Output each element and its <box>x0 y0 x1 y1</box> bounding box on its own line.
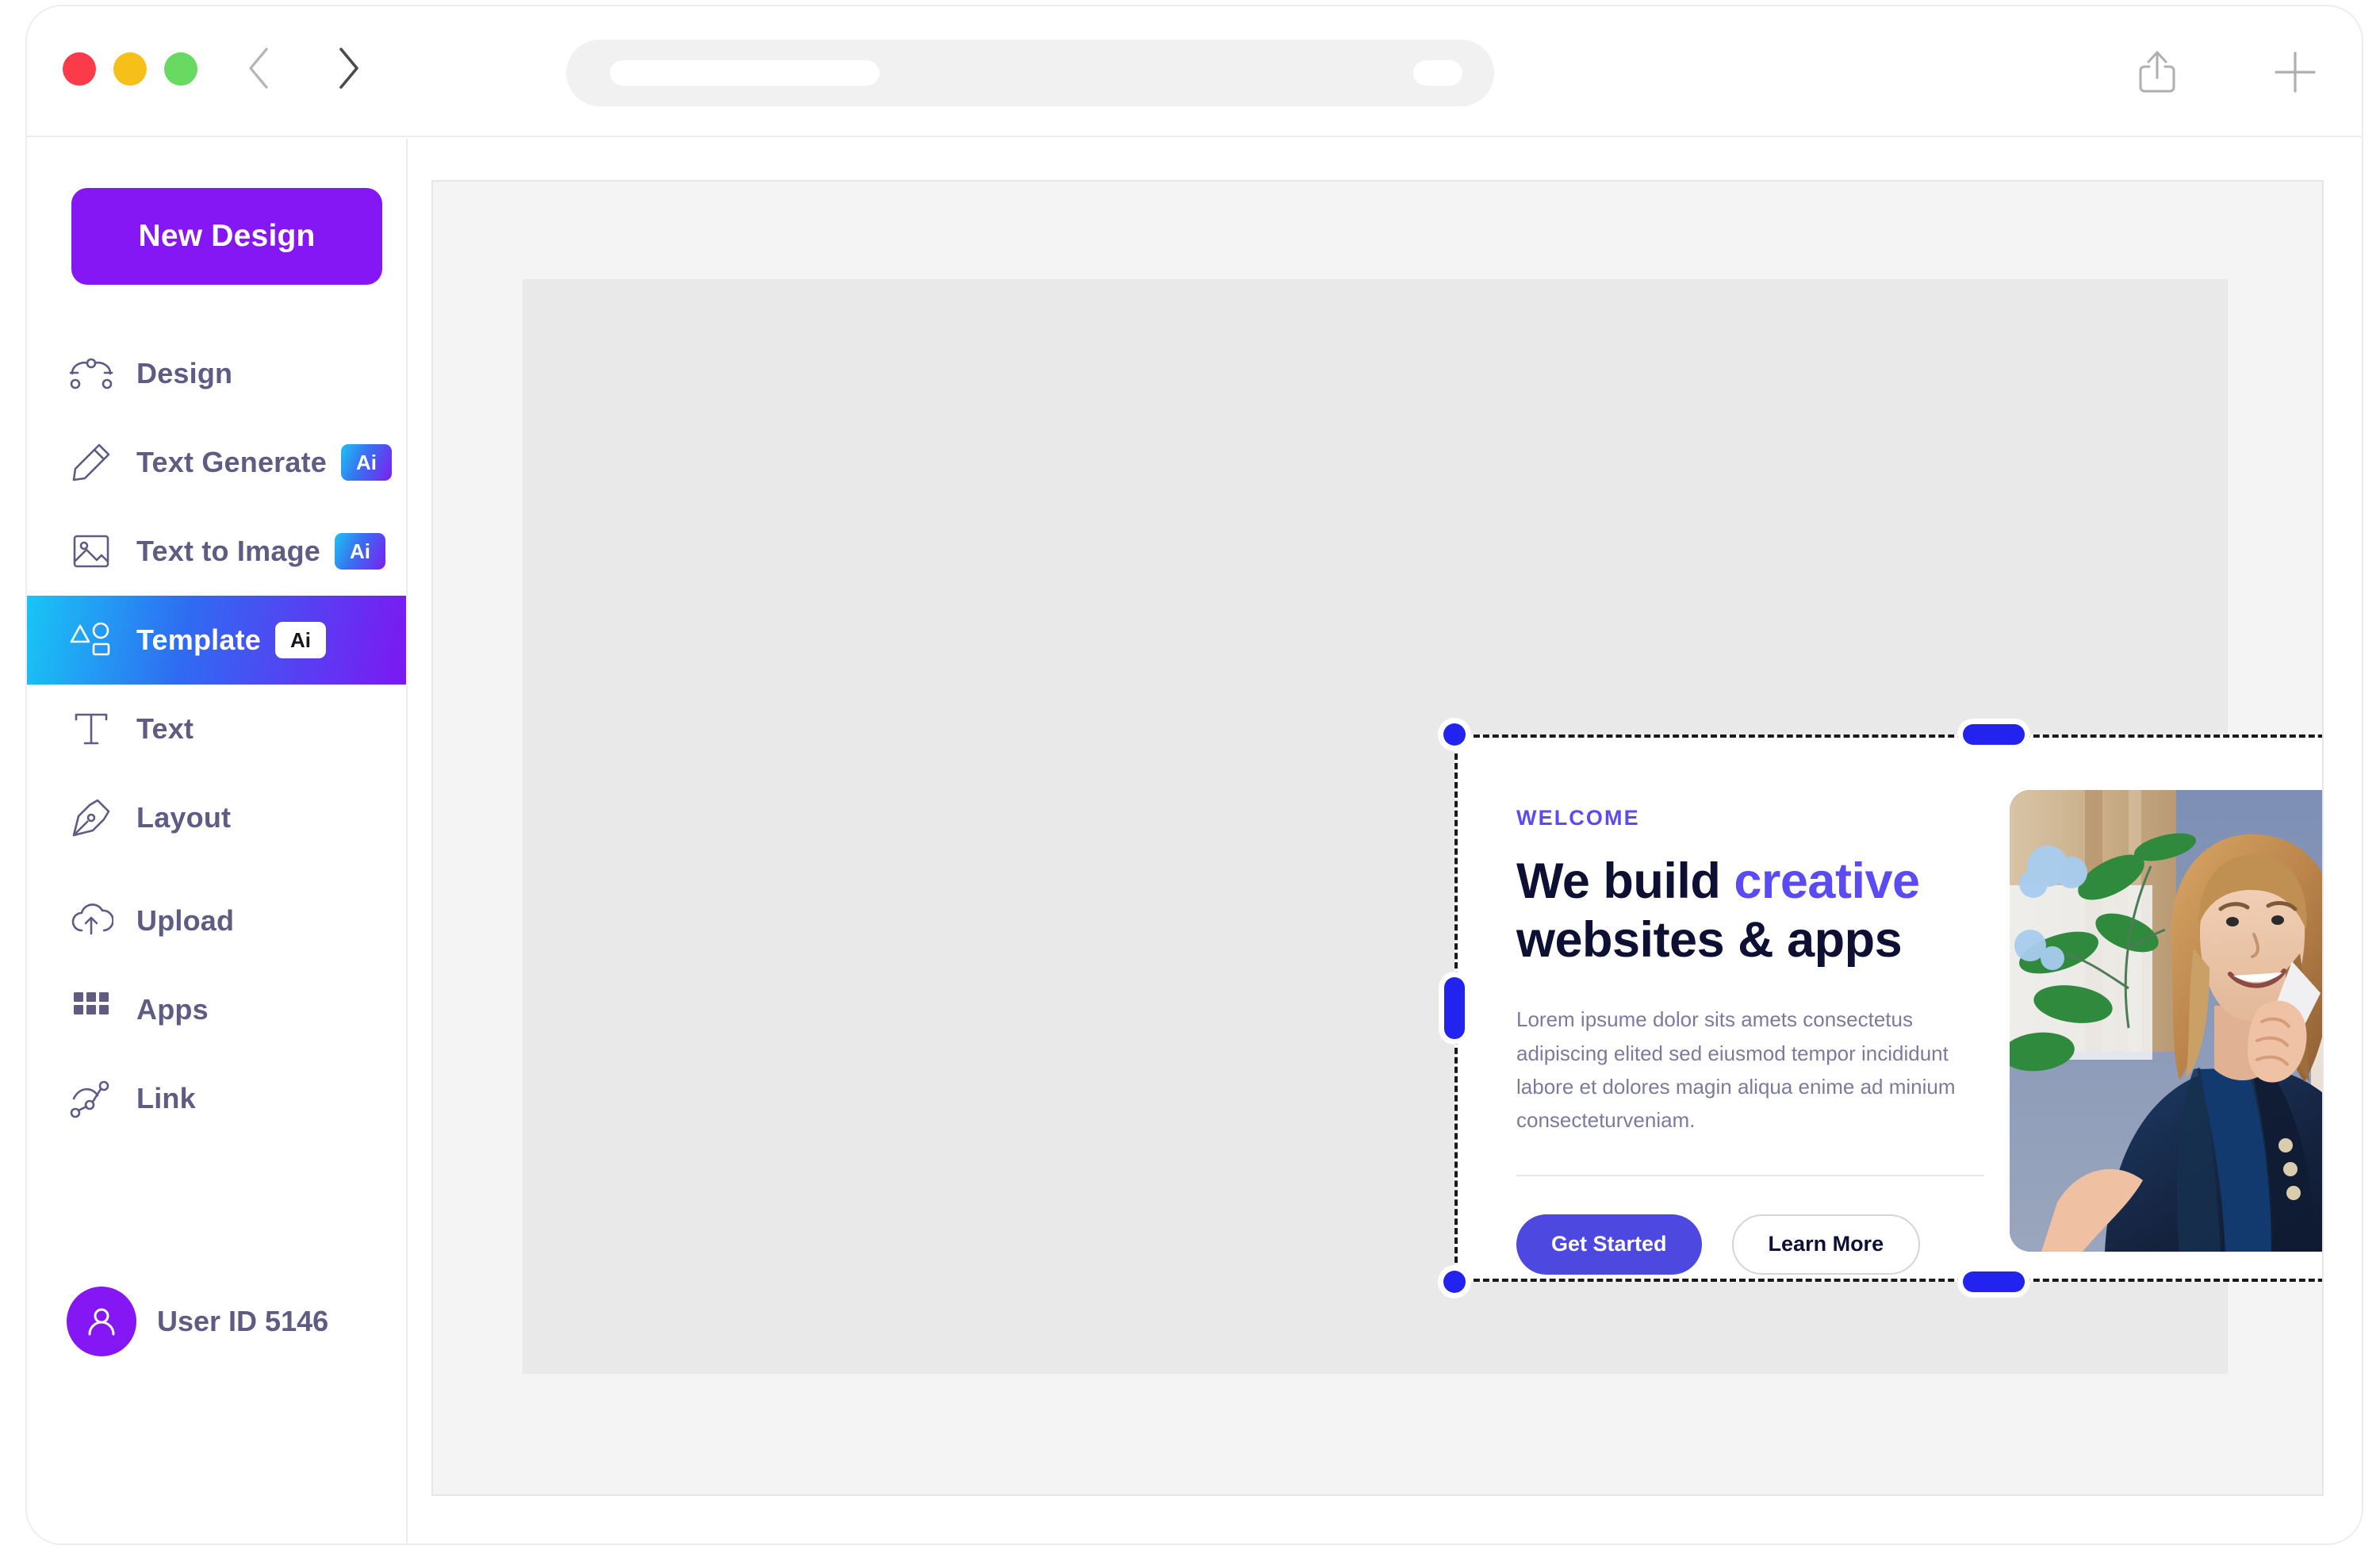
selected-template-object[interactable]: WELCOME We build creative websites & app… <box>1443 723 2322 1293</box>
back-chevron-icon[interactable] <box>241 44 279 92</box>
canvas-area: WELCOME We build creative websites & app… <box>408 139 2362 1544</box>
bezier-curve-icon <box>67 349 116 398</box>
avatar <box>67 1287 136 1356</box>
browser-nav-buttons <box>241 44 366 92</box>
pen-nib-icon <box>67 793 116 842</box>
sidebar-item-template[interactable]: Template Ai <box>27 596 406 685</box>
sidebar-item-label: Template <box>136 623 261 656</box>
sidebar-item-label: Design <box>136 357 233 389</box>
get-started-button[interactable]: Get Started <box>1516 1214 1702 1275</box>
sidebar-item-layout[interactable]: Layout <box>27 773 406 862</box>
minimize-window-button[interactable] <box>113 52 147 86</box>
photo-illustration <box>2010 790 2322 1252</box>
ai-badge: Ai <box>341 444 393 481</box>
template-text-column: WELCOME We build creative websites & app… <box>1516 790 1992 1275</box>
resize-handle-top-left[interactable] <box>1443 723 1466 746</box>
heading-part-1: We build <box>1516 853 1734 909</box>
template-heading: We build creative websites & apps <box>1516 853 1992 969</box>
sidebar-item-text-to-image[interactable]: Text to Image Ai <box>27 507 406 596</box>
ai-badge: Ai <box>274 622 326 658</box>
traffic-lights <box>63 52 197 86</box>
titlebar-actions <box>2132 41 2321 103</box>
sidebar-nav-list: Design Text Generate Ai Text to Image Ai… <box>27 329 406 1143</box>
address-bar-placeholder-text <box>610 60 880 86</box>
learn-more-button[interactable]: Learn More <box>1731 1214 1921 1275</box>
sidebar-item-upload[interactable]: Upload <box>27 876 406 965</box>
shapes-icon <box>67 616 116 665</box>
sidebar-item-text[interactable]: Text <box>27 685 406 773</box>
maximize-window-button[interactable] <box>164 52 197 86</box>
resize-handle-top[interactable] <box>1963 724 2025 745</box>
link-nodes-icon <box>67 1074 116 1123</box>
address-bar[interactable] <box>566 40 1494 106</box>
template-photo[interactable] <box>2010 790 2322 1252</box>
template-content: WELCOME We build creative websites & app… <box>1454 734 2322 1282</box>
resize-handle-left[interactable] <box>1444 977 1465 1039</box>
forward-chevron-icon[interactable] <box>328 44 366 92</box>
sidebar-item-link[interactable]: Link <box>27 1054 406 1143</box>
resize-handle-bottom[interactable] <box>1963 1271 2025 1292</box>
app-body: New Design Design Text Generate Ai Text … <box>27 139 2362 1544</box>
grid-apps-icon <box>67 985 116 1034</box>
user-account-row[interactable]: User ID 5146 <box>67 1287 328 1356</box>
sidebar-item-design[interactable]: Design <box>27 329 406 418</box>
pencil-icon <box>67 438 116 487</box>
text-t-icon <box>67 704 116 754</box>
close-window-button[interactable] <box>63 52 96 86</box>
template-body-text: Lorem ipsume dolor sits amets consectetu… <box>1516 1007 1956 1132</box>
template-button-group: Get Started Learn More <box>1516 1214 1992 1275</box>
ai-badge: Ai <box>334 533 385 570</box>
sidebar-item-label: Text <box>136 712 194 745</box>
sidebar-item-label: Upload <box>136 904 235 937</box>
browser-window: New Design Design Text Generate Ai Text … <box>27 6 2362 1544</box>
canvas-viewport[interactable]: WELCOME We build creative websites & app… <box>431 180 2324 1496</box>
sidebar-item-label: Apps <box>136 993 209 1026</box>
address-bar-action-chip[interactable] <box>1413 60 1462 86</box>
sidebar-item-label: Text Generate <box>136 446 328 478</box>
new-design-button[interactable]: New Design <box>71 188 382 285</box>
user-id-label: User ID 5146 <box>157 1305 329 1337</box>
sidebar-item-label: Link <box>136 1082 196 1114</box>
cloud-upload-icon <box>67 896 116 945</box>
browser-titlebar <box>27 6 2362 137</box>
template-eyebrow: WELCOME <box>1516 806 1640 830</box>
template-divider <box>1516 1174 1984 1176</box>
sidebar-item-label: Text to Image <box>136 535 320 567</box>
sidebar-item-label: Layout <box>136 801 232 834</box>
resize-handle-bottom-left[interactable] <box>1443 1271 1466 1293</box>
heading-part-2: websites & apps <box>1516 911 1903 968</box>
sidebar-item-text-generate[interactable]: Text Generate Ai <box>27 418 406 507</box>
sidebar: New Design Design Text Generate Ai Text … <box>27 139 408 1544</box>
image-icon <box>67 527 116 576</box>
new-tab-plus-icon[interactable] <box>2270 41 2321 103</box>
share-icon[interactable] <box>2132 41 2183 103</box>
heading-accent: creative <box>1734 853 1920 909</box>
sidebar-item-apps[interactable]: Apps <box>27 965 406 1054</box>
